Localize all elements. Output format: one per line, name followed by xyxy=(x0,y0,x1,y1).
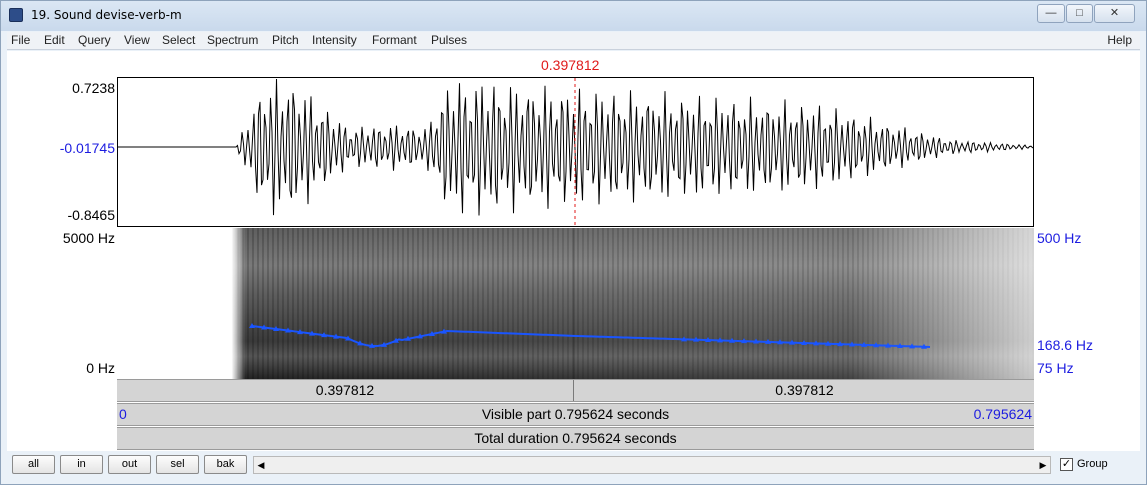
zoom-all-button[interactable]: all xyxy=(12,455,55,474)
group-label: Group xyxy=(1077,458,1108,470)
menu-view[interactable]: View xyxy=(124,33,150,47)
total-duration-bar[interactable]: Total duration 0.795624 seconds xyxy=(117,427,1034,450)
sound-editor-area: 0.397812 0.7238 -0.01745 -0.8465 5000 Hz… xyxy=(7,51,1140,451)
spectrogram-top-freq-label: 5000 Hz xyxy=(62,230,115,246)
waveform-min-label: -0.8465 xyxy=(67,207,115,223)
zoom-back-button[interactable]: bak xyxy=(204,455,247,474)
menu-spectrum[interactable]: Spectrum xyxy=(207,33,258,47)
waveform-panel[interactable] xyxy=(117,77,1034,227)
visible-part-label: Visible part 0.795624 seconds xyxy=(481,406,670,422)
close-button[interactable]: ✕ xyxy=(1094,4,1135,23)
spectrogram-plot xyxy=(117,228,1034,379)
title-bar: 19. Sound devise-verb-m — □ ✕ xyxy=(1,1,1146,31)
menu-formant[interactable]: Formant xyxy=(372,33,417,47)
menu-select[interactable]: Select xyxy=(162,33,195,47)
right-segment-label: 0.397812 xyxy=(775,382,834,398)
menu-pitch[interactable]: Pitch xyxy=(272,33,299,47)
visible-end-label: 0.795624 xyxy=(973,406,1032,422)
selection-time-bar[interactable]: 0.397812 0.397812 xyxy=(117,379,1034,402)
group-checkbox[interactable]: ✓ xyxy=(1060,458,1073,471)
maximize-button[interactable]: □ xyxy=(1066,4,1093,23)
bottom-toolbar: all in out sel bak ◀ ▶ ✓ Group xyxy=(7,452,1140,479)
scroll-right-icon[interactable]: ▶ xyxy=(1036,457,1050,473)
visible-start-label: 0 xyxy=(119,406,127,422)
menu-file[interactable]: File xyxy=(11,33,30,47)
horizontal-scrollbar[interactable]: ◀ ▶ xyxy=(253,456,1051,474)
menu-pulses[interactable]: Pulses xyxy=(431,33,467,47)
menu-bar: File Edit Query View Select Spectrum Pit… xyxy=(7,32,1140,50)
spectrogram-bottom-freq-label: 0 Hz xyxy=(86,360,115,376)
menu-edit[interactable]: Edit xyxy=(44,33,65,47)
zoom-out-button[interactable]: out xyxy=(108,455,151,474)
window-title: 19. Sound devise-verb-m xyxy=(31,8,182,22)
menu-help[interactable]: Help xyxy=(1107,33,1132,47)
zoom-in-button[interactable]: in xyxy=(60,455,103,474)
menu-intensity[interactable]: Intensity xyxy=(312,33,357,47)
pitch-bottom-label: 75 Hz xyxy=(1037,360,1074,376)
waveform-max-label: 0.7238 xyxy=(72,80,115,96)
minimize-button[interactable]: — xyxy=(1037,4,1065,23)
scroll-left-icon[interactable]: ◀ xyxy=(254,457,268,473)
right-segment[interactable]: 0.397812 xyxy=(575,380,1034,401)
app-icon xyxy=(9,8,23,22)
pitch-top-label: 500 Hz xyxy=(1037,230,1082,246)
total-duration-label: Total duration 0.795624 seconds xyxy=(474,430,677,446)
zoom-sel-button[interactable]: sel xyxy=(156,455,199,474)
visible-part-bar[interactable]: 0 Visible part 0.795624 seconds 0.795624 xyxy=(117,403,1034,426)
left-segment-label: 0.397812 xyxy=(315,382,375,398)
praat-sound-window: 19. Sound devise-verb-m — □ ✕ File Edit … xyxy=(0,0,1147,485)
spectrogram-panel[interactable] xyxy=(117,228,1034,379)
menu-query[interactable]: Query xyxy=(78,33,111,47)
pitch-value-label: 168.6 Hz xyxy=(1037,337,1094,353)
waveform-plot xyxy=(118,78,1033,226)
cursor-time-label: 0.397812 xyxy=(541,57,600,73)
waveform-cursor-value-label: -0.01745 xyxy=(59,140,115,156)
left-segment[interactable]: 0.397812 xyxy=(117,380,574,401)
